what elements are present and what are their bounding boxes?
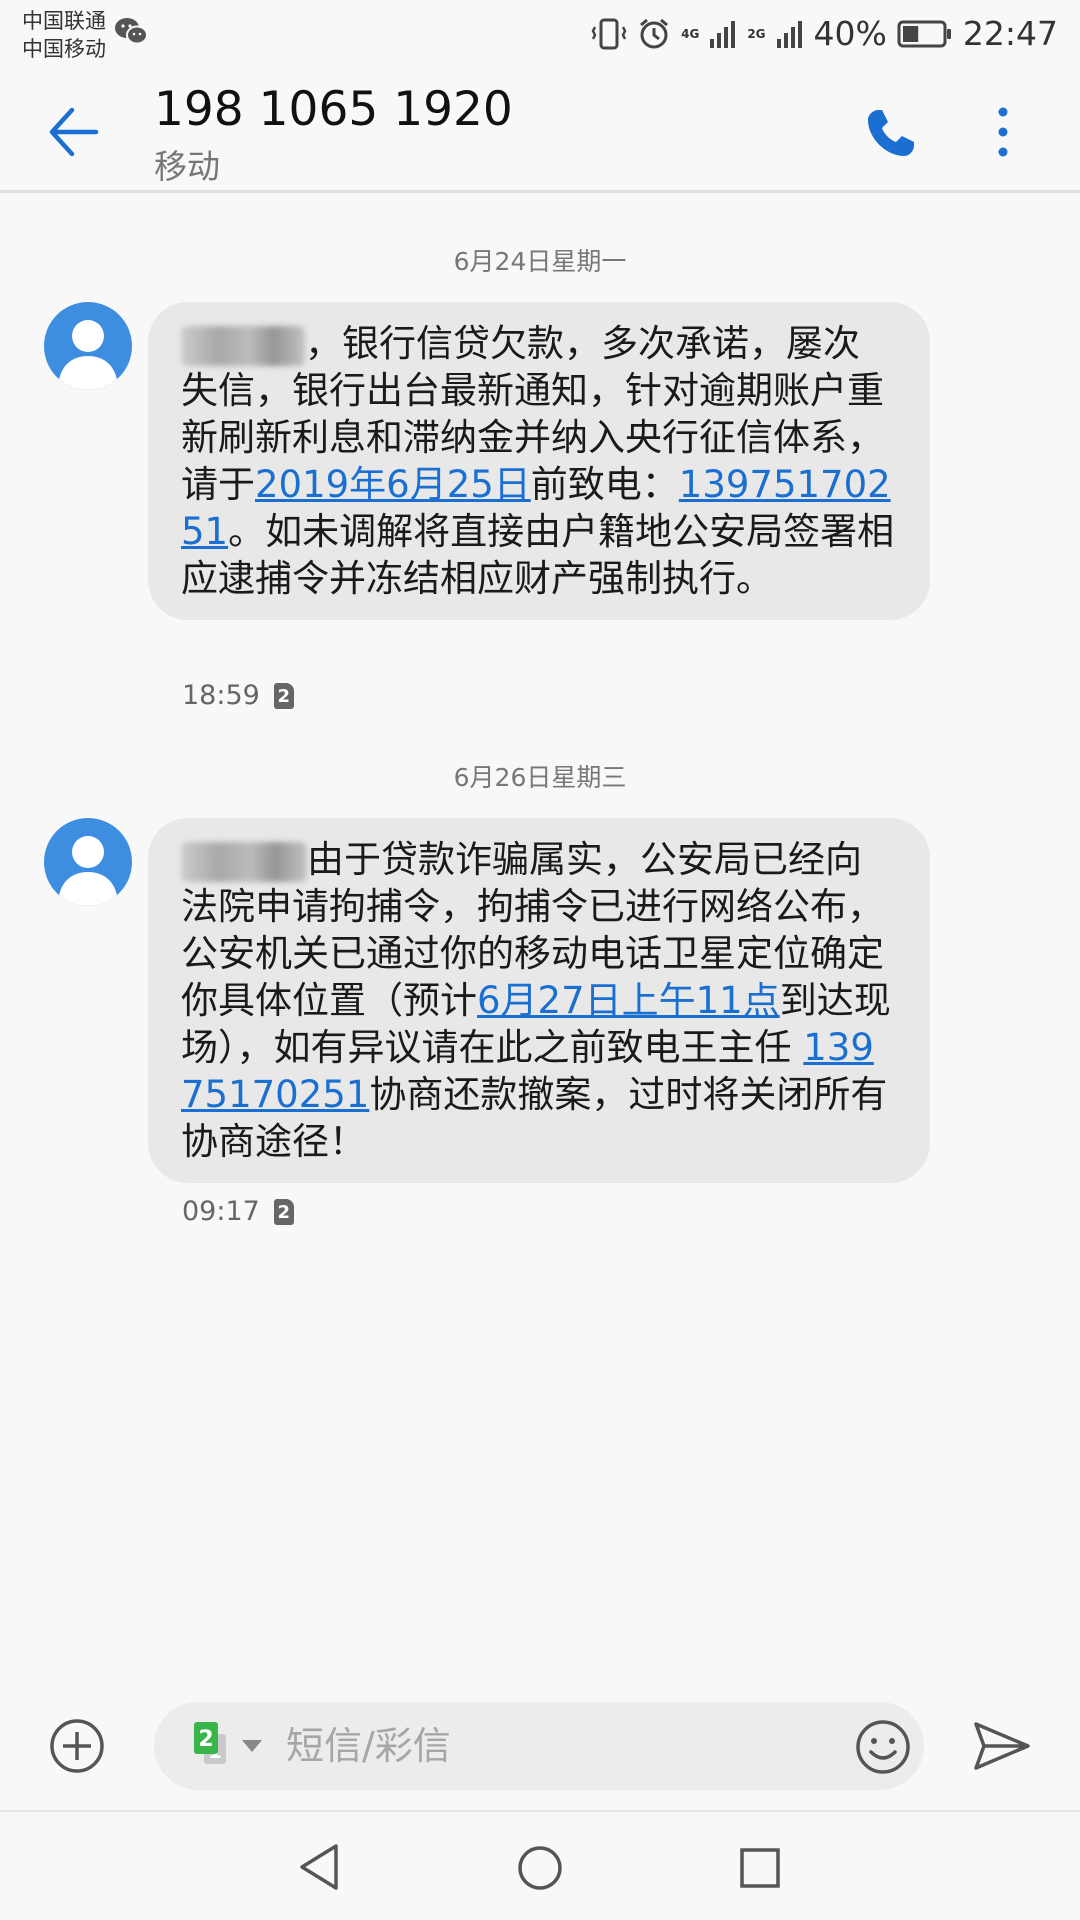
messaging-screen: 中国联通 中国移动 4G 2G 40% 22:47 198 1065 1920 … — [0, 0, 1080, 1920]
message-text: 。如未调解将直接由户籍地公安局签署相应逮捕令并冻结相应财产强制执行。 — [181, 510, 895, 600]
message-time: 18:59 — [182, 680, 260, 711]
network-1-label: 4G — [681, 27, 700, 41]
alarm-icon — [640, 18, 669, 49]
contact-number: 198 1065 1920 — [154, 82, 513, 137]
date-separator: 6月26日星期三 — [453, 763, 627, 792]
message-meta: 18:59 2 — [182, 679, 294, 713]
back-arrow-icon[interactable] — [44, 102, 104, 162]
sim-card-icon: 2 — [273, 683, 294, 709]
network-2-label: 2G — [747, 27, 766, 41]
signal-1-icon — [710, 21, 736, 48]
status-bar: 中国联通 中国移动 4G 2G 40% 22:47 — [0, 0, 1080, 66]
phone-icon[interactable] — [864, 106, 918, 160]
battery-icon — [897, 20, 951, 48]
sim-select-icon[interactable]: 1 2 — [190, 1720, 270, 1772]
clock: 22:47 — [962, 14, 1058, 53]
compose-bar: 1 2 — [0, 1690, 1080, 1800]
nav-back-icon[interactable] — [296, 1842, 342, 1892]
status-icons: 4G 2G 40% 22:47 — [591, 12, 1058, 56]
send-icon[interactable] — [972, 1718, 1032, 1774]
contact-carrier: 移动 — [154, 147, 220, 186]
nav-recent-icon[interactable] — [738, 1846, 782, 1890]
message-text: 前致电： — [530, 463, 679, 506]
avatar[interactable] — [44, 302, 132, 390]
person-icon — [58, 320, 118, 390]
message-input-container[interactable]: 1 2 — [154, 1702, 924, 1790]
signal-2-icon — [776, 21, 802, 48]
message-meta: 09:17 2 — [182, 1195, 294, 1229]
system-nav-bar — [0, 1810, 1080, 1920]
battery-percent: 40% — [813, 14, 887, 53]
vibrate-icon — [591, 18, 627, 50]
person-icon — [58, 836, 118, 906]
carrier-info: 中国联通 中国移动 — [22, 7, 106, 63]
emoji-icon[interactable] — [854, 1718, 912, 1776]
message-bubble[interactable]: 由于贷款诈骗属实，公安局已经向法院申请拘捕令，拘捕令已进行网络公布，公安机关已通… — [148, 818, 930, 1183]
date-link[interactable]: 2019年6月25日 — [255, 463, 531, 506]
carrier-1: 中国联通 — [22, 9, 106, 33]
message-time: 09:17 — [182, 1196, 260, 1227]
sim-card-icon: 2 — [273, 1199, 294, 1225]
wechat-icon — [115, 18, 148, 45]
avatar[interactable] — [44, 818, 132, 906]
sim-selected-label: 2 — [198, 1727, 213, 1752]
add-circle-icon[interactable] — [48, 1717, 106, 1775]
chevron-down-icon — [242, 1740, 262, 1752]
nav-home-icon[interactable] — [516, 1844, 564, 1892]
redacted-name — [181, 841, 307, 882]
carrier-2: 中国移动 — [22, 37, 106, 61]
conversation-header: 198 1065 1920 移动 — [0, 66, 1080, 193]
date-link[interactable]: 6月27日上午11点 — [477, 979, 780, 1022]
date-separator: 6月24日星期一 — [453, 247, 627, 276]
message-input[interactable] — [286, 1702, 686, 1790]
redacted-name — [181, 325, 305, 366]
message-bubble[interactable]: ，银行信贷欠款，多次承诺，屡次失信，银行出台最新通知，针对逾期账户重新刷新利息和… — [148, 302, 930, 620]
more-vertical-icon[interactable] — [988, 102, 1018, 162]
